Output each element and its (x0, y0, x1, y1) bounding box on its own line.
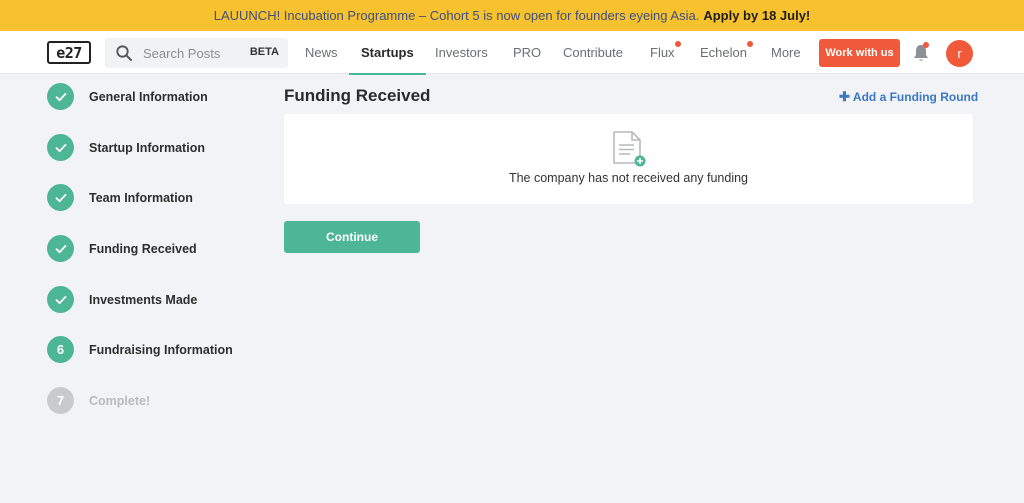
nav-label: Echelon (700, 45, 747, 60)
plus-icon: ✚ (839, 89, 850, 104)
checkmark-icon (47, 134, 74, 161)
search-input[interactable] (143, 43, 243, 63)
nav-contribute[interactable]: Contribute (563, 31, 623, 74)
checkmark-icon (47, 286, 74, 313)
nav-investors[interactable]: Investors (435, 31, 488, 74)
add-funding-round-label: Add a Funding Round (852, 90, 979, 104)
add-funding-round-link[interactable]: ✚ Add a Funding Round (839, 89, 978, 105)
step-team-information[interactable]: Team Information (47, 184, 267, 211)
nav-label: More (771, 45, 801, 60)
step-fundraising-information[interactable]: 6 Fundraising Information (47, 336, 267, 363)
notification-dot (923, 42, 929, 48)
step-funding-received[interactable]: Funding Received (47, 235, 267, 262)
nav-startups[interactable]: Startups (349, 31, 426, 75)
nav-label: News (305, 45, 338, 60)
step-number: 6 (47, 336, 74, 363)
nav-label: Investors (435, 45, 488, 60)
step-label: Fundraising Information (89, 342, 233, 357)
work-with-us-button[interactable]: Work with us (819, 39, 900, 67)
step-general-information[interactable]: General Information (47, 83, 267, 110)
announcement-banner[interactable]: LAUUNCH! Incubation Programme – Cohort 5… (0, 0, 1024, 31)
checkmark-icon (47, 184, 74, 211)
step-label: Investments Made (89, 292, 198, 307)
search-icon (116, 45, 132, 61)
notification-dot (674, 41, 681, 47)
nav-echelon[interactable]: Echelon (700, 31, 753, 74)
funding-empty-state-card: The company has not received any funding (284, 114, 973, 204)
step-label: General Information (89, 89, 208, 104)
empty-state-message: The company has not received any funding (508, 171, 749, 185)
page-title: Funding Received (284, 86, 431, 105)
nav-label: Flux (650, 45, 675, 60)
nav-flux[interactable]: Flux (650, 31, 681, 74)
step-startup-information[interactable]: Startup Information (47, 134, 267, 161)
step-label: Startup Information (89, 140, 205, 155)
step-label: Team Information (89, 190, 193, 205)
top-nav-bar: e27 BETA News Startups Investors PRO Con… (0, 31, 1024, 75)
nav-label: Contribute (563, 45, 623, 60)
nav-label: Startups (361, 45, 414, 60)
checkmark-icon (47, 83, 74, 110)
nav-news[interactable]: News (305, 31, 338, 74)
e27-logo[interactable]: e27 (47, 41, 91, 64)
step-number: 7 (47, 387, 74, 414)
nav-pro[interactable]: PRO (513, 31, 541, 74)
beta-badge: BETA (249, 46, 279, 58)
nav-label: PRO (513, 45, 542, 60)
continue-button[interactable]: Continue (284, 221, 420, 253)
banner-message: LAUUNCH! Incubation Programme – Cohort 5… (213, 8, 700, 23)
document-add-icon (613, 131, 646, 167)
checkmark-icon (47, 235, 74, 262)
step-label: Funding Received (89, 241, 197, 256)
nav-more[interactable]: More (771, 31, 801, 74)
step-complete: 7 Complete! (47, 387, 267, 414)
banner-cta[interactable]: Apply by 18 July! (703, 8, 810, 23)
user-avatar[interactable]: r (946, 40, 973, 67)
notification-dot (746, 41, 753, 47)
step-label: Complete! (89, 393, 151, 408)
step-investments-made[interactable]: Investments Made (47, 286, 267, 313)
search-box[interactable]: BETA (105, 38, 288, 68)
